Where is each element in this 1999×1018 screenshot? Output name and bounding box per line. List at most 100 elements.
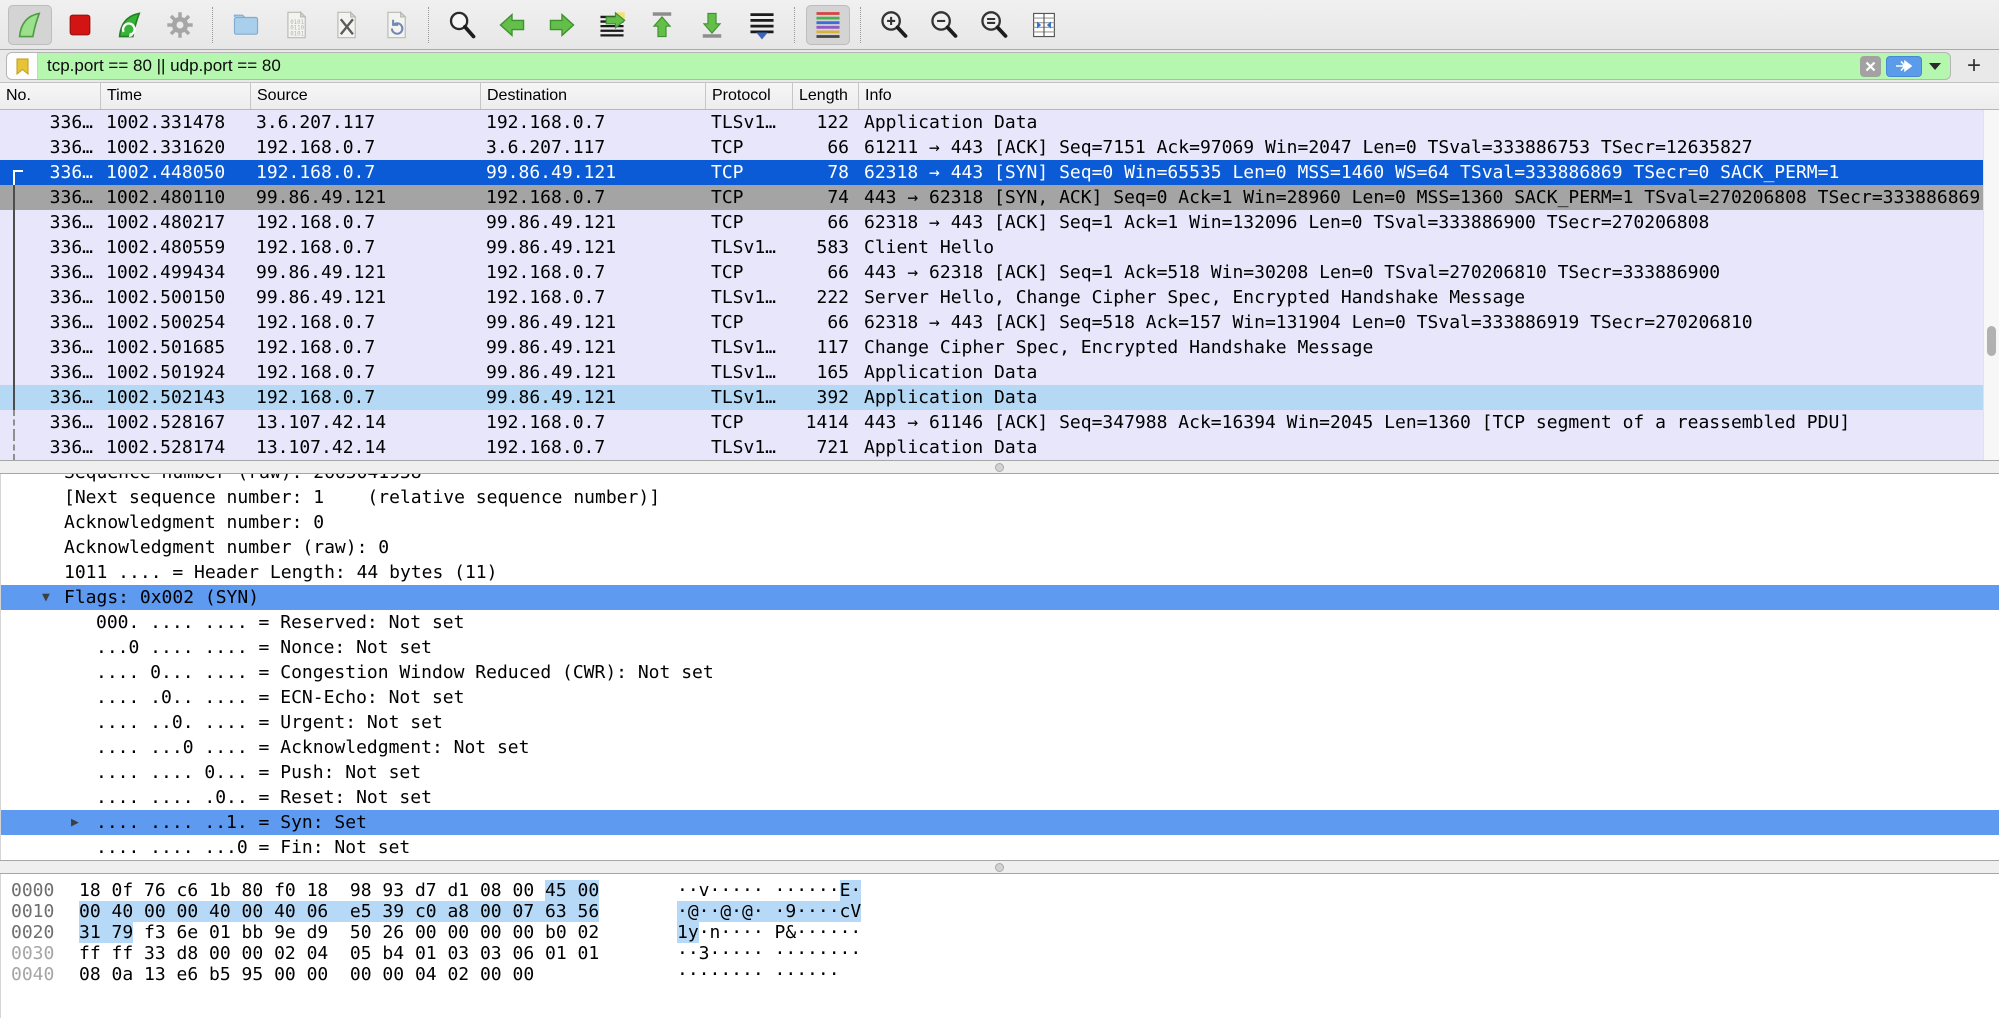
detail-tree-item[interactable]: 1011 .... = Header Length: 44 bytes (11) xyxy=(1,560,1999,585)
detail-item-label: [Next sequence number: 1 (relative seque… xyxy=(64,487,660,508)
display-filter-field[interactable] xyxy=(6,52,1951,80)
packet-row[interactable]: 336…1002.50015099.86.49.121192.168.0.7TL… xyxy=(0,285,1999,310)
packet-row[interactable]: 336…1002.501924192.168.0.799.86.49.121TL… xyxy=(0,360,1999,385)
detail-tree-item[interactable]: ▼Flags: 0x002 (SYN) xyxy=(1,585,1999,610)
zoom-out-button[interactable] xyxy=(922,5,966,45)
detail-tree-item[interactable]: .... .... .0.. = Reset: Not set xyxy=(1,785,1999,810)
detail-tree-item[interactable]: Sequence number (raw): 2665041958 xyxy=(1,474,1999,485)
apply-filter-button[interactable] xyxy=(1886,56,1922,77)
detail-tree-item[interactable]: 000. .... .... = Reserved: Not set xyxy=(1,610,1999,635)
conversation-line-indicator xyxy=(13,360,15,385)
splitter-handle-icon[interactable] xyxy=(995,863,1004,872)
hex-offset: 0040 xyxy=(1,964,69,985)
scrollbar-thumb[interactable] xyxy=(1987,326,1996,356)
detail-item-label: 1011 .... = Header Length: 44 bytes (11) xyxy=(64,562,497,583)
pane-splitter-bottom[interactable] xyxy=(0,860,1999,874)
expander-closed-icon[interactable]: ▶ xyxy=(71,810,79,835)
go-forward-button[interactable] xyxy=(540,5,584,45)
cell-length: 222 xyxy=(793,285,859,310)
close-file-button[interactable] xyxy=(324,5,368,45)
cell-time: 1002.499434 xyxy=(101,260,251,285)
auto-scroll-button[interactable] xyxy=(740,5,784,45)
detail-tree-item[interactable]: [Next sequence number: 1 (relative seque… xyxy=(1,485,1999,510)
cell-source: 192.168.0.7 xyxy=(251,310,481,335)
open-file-button[interactable] xyxy=(224,5,268,45)
column-header-no[interactable]: No. xyxy=(0,83,101,109)
detail-tree-item[interactable]: .... 0... .... = Congestion Window Reduc… xyxy=(1,660,1999,685)
hex-offset: 0020 xyxy=(1,922,69,943)
cell-info: 443 → 61146 [ACK] Seq=347988 Ack=16394 W… xyxy=(859,410,1999,435)
restart-capture-button[interactable] xyxy=(108,5,152,45)
column-header-time[interactable]: Time xyxy=(101,83,251,109)
detail-tree-item[interactable]: .... ..0. .... = Urgent: Not set xyxy=(1,710,1999,735)
go-back-button[interactable] xyxy=(490,5,534,45)
stop-capture-button[interactable] xyxy=(58,5,102,45)
hex-row[interactable]: 002031 79 f3 6e 01 bb 9e d9 50 26 00 00 … xyxy=(1,922,1999,943)
column-header-protocol[interactable]: Protocol xyxy=(706,83,793,109)
column-header-length[interactable]: Length xyxy=(793,83,859,109)
packet-row[interactable]: 336…1002.501685192.168.0.799.86.49.121TL… xyxy=(0,335,1999,360)
go-to-bottom-button[interactable] xyxy=(690,5,734,45)
cell-no: 336… xyxy=(0,310,101,335)
packet-row[interactable]: 336…1002.500254192.168.0.799.86.49.121TC… xyxy=(0,310,1999,335)
splitter-handle-icon[interactable] xyxy=(995,463,1004,472)
column-header-source[interactable]: Source xyxy=(251,83,481,109)
filter-dropdown-caret[interactable] xyxy=(1929,63,1941,70)
packet-row[interactable]: 336…1002.48011099.86.49.121192.168.0.7TC… xyxy=(0,185,1999,210)
cell-info: 443 → 62318 [SYN, ACK] Seq=0 Ack=1 Win=2… xyxy=(859,185,1999,210)
find-packet-button[interactable] xyxy=(440,5,484,45)
cell-source: 99.86.49.121 xyxy=(251,185,481,210)
go-to-packet-icon xyxy=(597,10,627,40)
cell-no: 336… xyxy=(0,185,101,210)
detail-tree-item[interactable]: .... .... ...0 = Fin: Not set xyxy=(1,835,1999,860)
go-to-packet-button[interactable] xyxy=(590,5,634,45)
column-header-destination[interactable]: Destination xyxy=(481,83,706,109)
detail-tree-item[interactable]: Acknowledgment number (raw): 0 xyxy=(1,535,1999,560)
detail-tree-item[interactable]: .... ...0 .... = Acknowledgment: Not set xyxy=(1,735,1999,760)
packet-row[interactable]: 336…1002.480217192.168.0.799.86.49.121TC… xyxy=(0,210,1999,235)
expander-open-icon[interactable]: ▼ xyxy=(42,585,50,610)
hex-row[interactable]: 001000 40 00 00 40 00 40 06 e5 39 c0 a8 … xyxy=(1,901,1999,922)
hex-row[interactable]: 004008 0a 13 e6 b5 95 00 00 00 00 04 02 … xyxy=(1,964,1999,985)
cell-source: 192.168.0.7 xyxy=(251,235,481,260)
hex-row[interactable]: 000018 0f 76 c6 1b 80 f0 18 98 93 d7 d1 … xyxy=(1,880,1999,901)
add-filter-button[interactable]: + xyxy=(1959,51,1989,81)
packet-row[interactable]: 336…1002.49943499.86.49.121192.168.0.7TC… xyxy=(0,260,1999,285)
cell-info: 443 → 62318 [ACK] Seq=1 Ack=518 Win=3020… xyxy=(859,260,1999,285)
conversation-line-indicator xyxy=(13,435,15,460)
filter-bookmark-button[interactable] xyxy=(7,53,38,79)
packet-row[interactable]: 336…1002.480559192.168.0.799.86.49.121TL… xyxy=(0,235,1999,260)
cell-source: 13.107.42.14 xyxy=(251,435,481,460)
cell-destination: 192.168.0.7 xyxy=(481,285,706,310)
pane-splitter-top[interactable] xyxy=(0,460,1999,474)
conversation-line-indicator xyxy=(13,335,15,360)
zoom-original-button[interactable] xyxy=(972,5,1016,45)
clear-filter-button[interactable] xyxy=(1860,56,1881,77)
display-filter-input[interactable] xyxy=(38,52,1860,80)
packet-row[interactable]: 336…1002.331620192.168.0.73.6.207.117TCP… xyxy=(0,135,1999,160)
detail-tree-item[interactable]: .... .... 0... = Push: Not set xyxy=(1,760,1999,785)
detail-tree-item[interactable]: ▶.... .... ..1. = Syn: Set xyxy=(1,810,1999,835)
packet-row[interactable]: 336…1002.502143192.168.0.799.86.49.121TL… xyxy=(0,385,1999,410)
go-to-top-button[interactable] xyxy=(640,5,684,45)
packet-row[interactable]: 336…1002.52816713.107.42.14192.168.0.7TC… xyxy=(0,410,1999,435)
detail-tree-item[interactable]: .... .0.. .... = ECN-Echo: Not set xyxy=(1,685,1999,710)
colorize-button[interactable] xyxy=(806,5,850,45)
cell-no: 336… xyxy=(0,110,101,135)
capture-options-gear-button[interactable] xyxy=(158,5,202,45)
packet-row[interactable]: 336…1002.3314783.6.207.117192.168.0.7TLS… xyxy=(0,110,1999,135)
hex-row[interactable]: 0030ff ff 33 d8 00 00 02 04 05 b4 01 03 … xyxy=(1,943,1999,964)
detail-tree-item[interactable]: ...0 .... .... = Nonce: Not set xyxy=(1,635,1999,660)
save-file-button[interactable]: 010101100101 xyxy=(274,5,318,45)
packet-list-scrollbar[interactable] xyxy=(1983,110,1999,460)
resize-columns-button[interactable] xyxy=(1022,5,1066,45)
column-header-info[interactable]: Info xyxy=(859,83,1999,109)
detail-tree-item[interactable]: Acknowledgment number: 0 xyxy=(1,510,1999,535)
start-capture-fin-button[interactable] xyxy=(8,5,52,45)
zoom-in-button[interactable] xyxy=(872,5,916,45)
packet-row[interactable]: 336…1002.52817413.107.42.14192.168.0.7TL… xyxy=(0,435,1999,460)
reload-file-button[interactable] xyxy=(374,5,418,45)
packet-row[interactable]: 336…1002.448050192.168.0.799.86.49.121TC… xyxy=(0,160,1999,185)
cell-info: Application Data xyxy=(859,110,1999,135)
cell-protocol: TCP xyxy=(706,210,793,235)
